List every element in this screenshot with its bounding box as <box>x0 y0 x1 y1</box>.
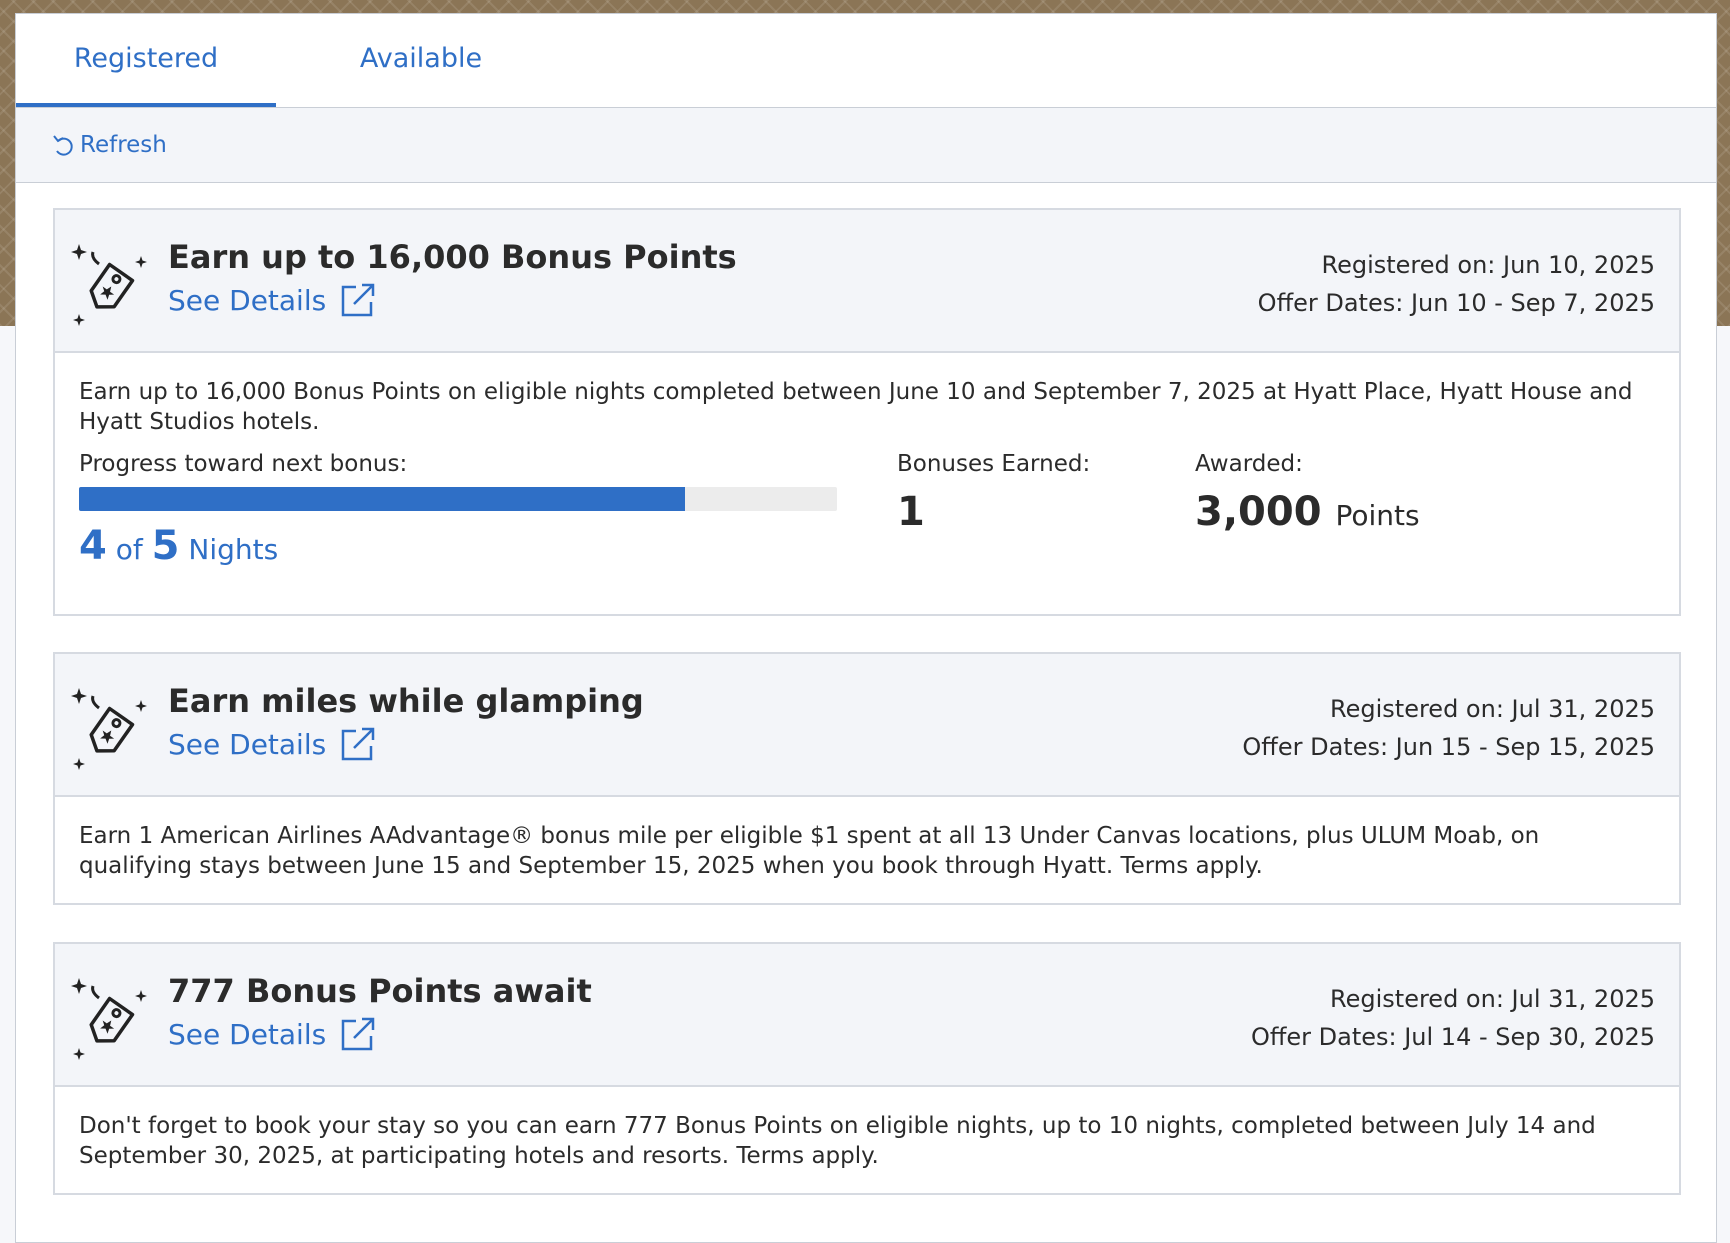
refresh-label: Refresh <box>80 132 167 158</box>
offer-card-header: Earn miles while glamping See Details Re… <box>55 654 1679 797</box>
progress-section: Progress toward next bonus: 4 of 5 Night… <box>79 449 1655 599</box>
offer-card-body: Earn 1 American Airlines AAdvantage® bon… <box>55 797 1679 881</box>
see-details-label: See Details <box>168 727 327 761</box>
offer-dates-block: Registered on: Jul 31, 2025 Offer Dates:… <box>1242 690 1655 766</box>
progress-of: of <box>115 533 143 566</box>
offer-card-body: Earn up to 16,000 Bonus Points on eligib… <box>55 353 1679 599</box>
tab-registered[interactable]: Registered <box>16 14 276 107</box>
offer-dates: Offer Dates: Jun 10 - Sep 7, 2025 <box>1257 289 1655 317</box>
awarded-unit: Points <box>1335 499 1420 532</box>
external-link-icon <box>341 727 375 761</box>
refresh-icon <box>53 135 73 156</box>
offer-card: Earn miles while glamping See Details Re… <box>53 652 1681 905</box>
offer-dates-block: Registered on: Jun 10, 2025 Offer Dates:… <box>1258 246 1655 322</box>
registered-on: Registered on: Jul 31, 2025 <box>1330 695 1655 723</box>
registered-on: Registered on: Jul 31, 2025 <box>1330 985 1655 1013</box>
offer-title: Earn up to 16,000 Bonus Points <box>168 238 737 276</box>
progress-total: 5 <box>151 523 180 569</box>
offer-dates-block: Registered on: Jul 31, 2025 Offer Dates:… <box>1251 980 1655 1056</box>
tab-available[interactable]: Available <box>296 14 546 107</box>
offer-card: Earn up to 16,000 Bonus Points See Detai… <box>53 208 1681 616</box>
offer-tag-icon <box>71 978 147 1060</box>
progress-current: 4 <box>79 523 107 569</box>
offer-description: Earn up to 16,000 Bonus Points on eligib… <box>79 379 1633 435</box>
awarded-value: 3,000 <box>1195 489 1322 535</box>
progress-bar <box>79 487 837 511</box>
refresh-button[interactable]: Refresh <box>52 132 167 158</box>
offer-dates: Offer Dates: Jun 15 - Sep 15, 2025 <box>1242 733 1655 761</box>
offer-tag-icon <box>71 244 147 326</box>
offer-tag-icon <box>71 688 147 770</box>
see-details-label: See Details <box>168 1017 327 1051</box>
external-link-icon <box>341 1017 375 1051</box>
awarded-value-line: 3,000 Points <box>1195 492 1420 532</box>
see-details-link[interactable]: See Details <box>168 726 376 762</box>
offer-card-header: Earn up to 16,000 Bonus Points See Detai… <box>55 210 1679 353</box>
offer-card-header: 777 Bonus Points await See Details Regis… <box>55 944 1679 1087</box>
see-details-label: See Details <box>168 283 327 317</box>
progress-unit: Nights <box>188 533 279 566</box>
bonuses-earned-label: Bonuses Earned: <box>897 451 1091 477</box>
bonuses-earned-value: 1 <box>897 489 925 535</box>
offer-title: Earn miles while glamping <box>168 682 644 720</box>
see-details-link[interactable]: See Details <box>168 282 376 318</box>
offer-card-body: Don't forget to book your stay so you ca… <box>55 1087 1679 1171</box>
registered-on: Registered on: Jun 10, 2025 <box>1321 251 1655 279</box>
progress-count: 4 of 5 Nights <box>79 526 279 566</box>
see-details-link[interactable]: See Details <box>168 1016 376 1052</box>
tab-bar: Registered Available <box>16 14 1716 108</box>
offer-description: Earn 1 American Airlines AAdvantage® bon… <box>79 823 1540 879</box>
awarded-block: Awarded: 3,000 Points <box>1195 449 1420 532</box>
progress-label: Progress toward next bonus: <box>79 451 408 477</box>
bonuses-earned-block: Bonuses Earned: 1 <box>897 449 1091 535</box>
offers-panel: Registered Available Refresh Earn up to … <box>15 13 1717 1243</box>
progress-bar-fill <box>79 487 686 511</box>
offer-card: 777 Bonus Points await See Details Regis… <box>53 942 1681 1195</box>
offer-description: Don't forget to book your stay so you ca… <box>79 1113 1596 1169</box>
awarded-label: Awarded: <box>1195 451 1303 477</box>
external-link-icon <box>341 283 375 317</box>
toolbar: Refresh <box>16 108 1716 183</box>
offer-dates: Offer Dates: Jul 14 - Sep 30, 2025 <box>1250 1023 1655 1051</box>
offer-title: 777 Bonus Points await <box>168 972 592 1010</box>
